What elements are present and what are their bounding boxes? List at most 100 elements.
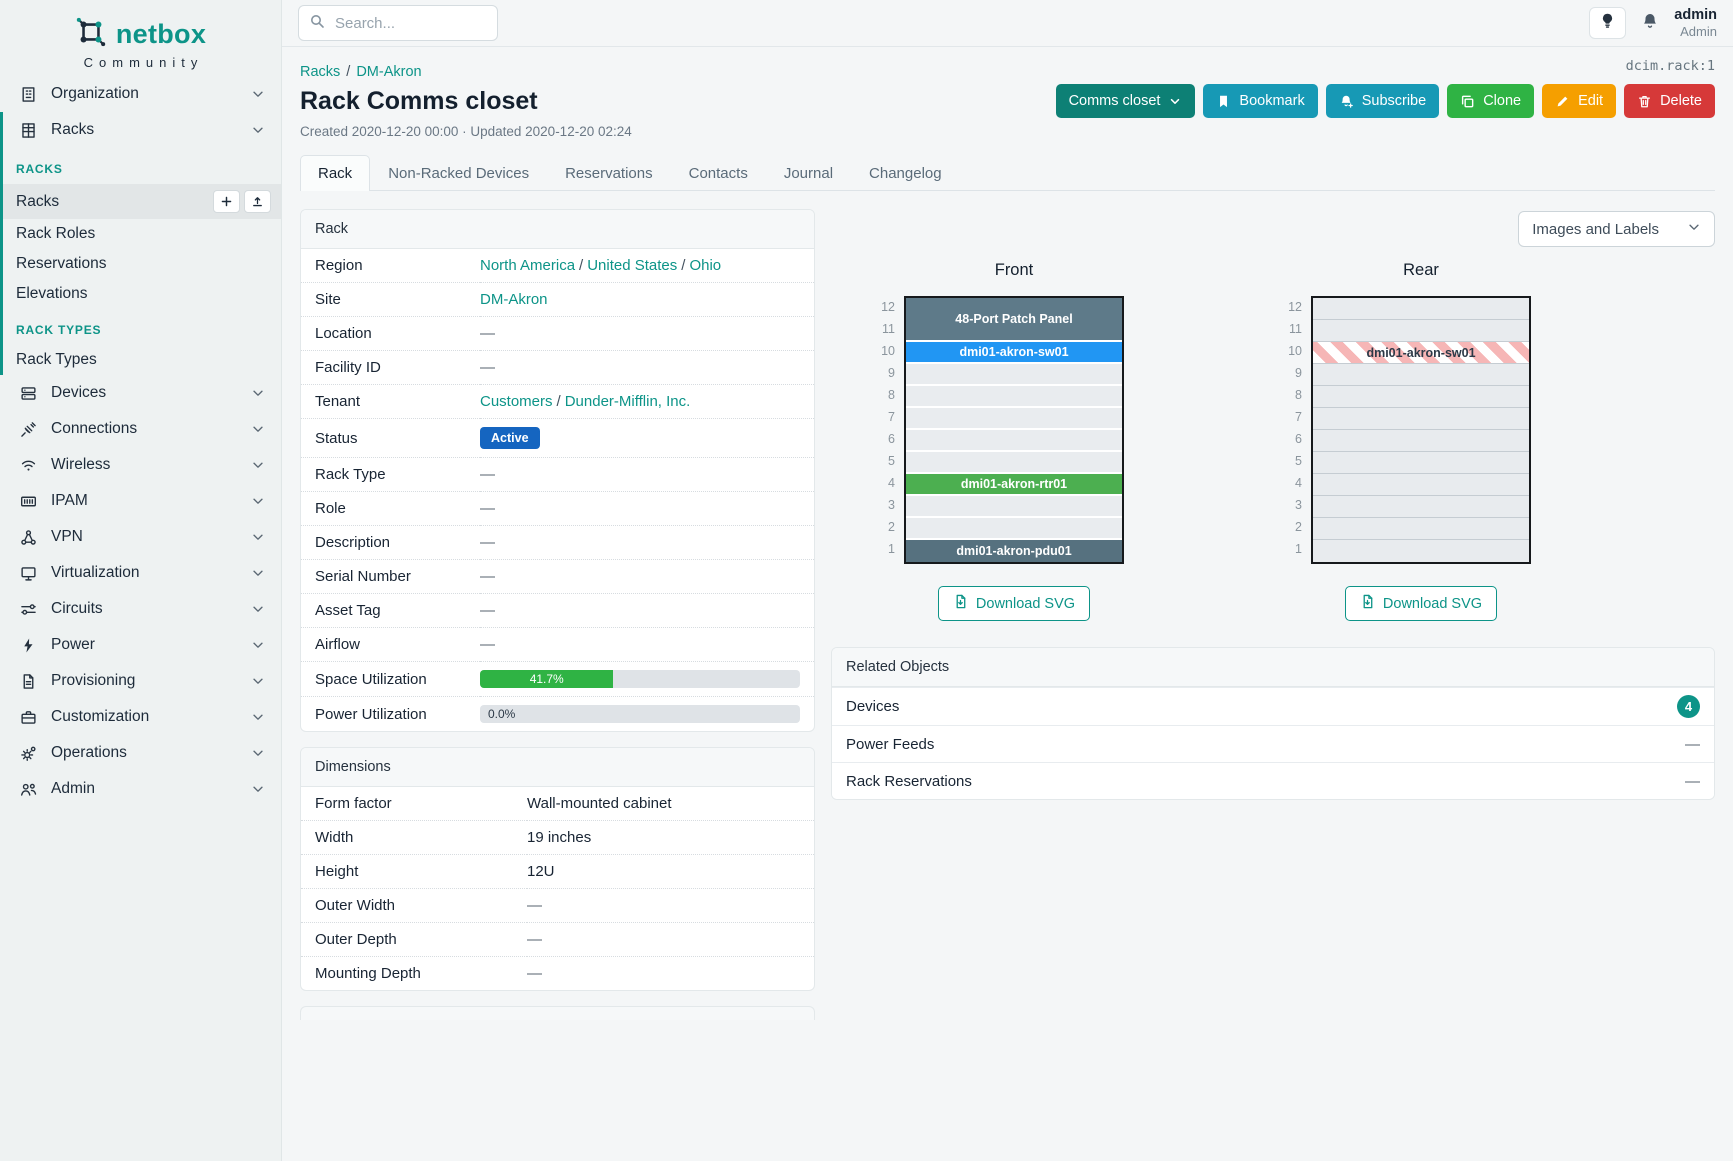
rack-unit-empty[interactable] bbox=[1313, 540, 1529, 562]
sidebar-item-devices[interactable]: Devices bbox=[0, 375, 281, 411]
sidebar-item-virtualization[interactable]: Virtualization bbox=[0, 555, 281, 591]
unit-number: 11 bbox=[1276, 318, 1302, 340]
sidebar-upload-button[interactable] bbox=[244, 190, 271, 213]
value-link[interactable]: DM-Akron bbox=[480, 291, 548, 308]
caret-down-icon bbox=[1168, 94, 1182, 108]
related-object-row-rack-reservations[interactable]: Rack Reservations— bbox=[832, 762, 1714, 799]
attr-row: Asset Tag— bbox=[301, 594, 814, 628]
unit-number: 6 bbox=[1276, 428, 1302, 450]
lightbulb-icon bbox=[1599, 12, 1616, 33]
sidebar-item-customization[interactable]: Customization bbox=[0, 699, 281, 735]
sidebar-item-connections[interactable]: Connections bbox=[0, 411, 281, 447]
rack-selector-button[interactable]: Comms closet bbox=[1056, 84, 1196, 118]
user-name: admin bbox=[1674, 7, 1717, 24]
sidebar-plus-button[interactable] bbox=[213, 190, 240, 213]
elevation-view-select[interactable]: Images and Labels bbox=[1518, 211, 1715, 247]
sidebar-item-provisioning[interactable]: Provisioning bbox=[0, 663, 281, 699]
sidebar-item-racks[interactable]: Racks bbox=[3, 184, 281, 219]
unit-number: 6 bbox=[869, 428, 895, 450]
sidebar-item-circuits[interactable]: Circuits bbox=[0, 591, 281, 627]
tab-journal[interactable]: Journal bbox=[766, 155, 851, 191]
tab-changelog[interactable]: Changelog bbox=[851, 155, 960, 191]
dark-mode-toggle-button[interactable] bbox=[1589, 7, 1626, 39]
rack-unit-empty[interactable] bbox=[906, 452, 1122, 474]
rack-unit-empty[interactable] bbox=[1313, 298, 1529, 320]
sidebar-item-elevations[interactable]: Elevations bbox=[3, 279, 281, 309]
dimensions-panel: Dimensions Form factorWall-mounted cabin… bbox=[300, 747, 815, 991]
empty-value: — bbox=[480, 534, 495, 551]
sidebar-item-power[interactable]: Power bbox=[0, 627, 281, 663]
rack-unit-empty[interactable] bbox=[1313, 320, 1529, 342]
sidebar-section-heading: RACK TYPES bbox=[3, 309, 281, 345]
sidebar-item-organization[interactable]: Organization bbox=[0, 76, 281, 112]
value-link[interactable]: Dunder-Mifflin, Inc. bbox=[565, 393, 691, 410]
rack-unit-empty[interactable] bbox=[906, 408, 1122, 430]
edit-button[interactable]: Edit bbox=[1542, 84, 1616, 118]
elevations: Front 121110987654321 48-Port Patch Pane… bbox=[831, 261, 1715, 621]
rack-unit-empty[interactable] bbox=[1313, 408, 1529, 430]
value-link[interactable]: Ohio bbox=[689, 257, 721, 274]
empty-value: — bbox=[480, 636, 495, 653]
delete-button[interactable]: Delete bbox=[1624, 84, 1715, 118]
attr-row: Outer Depth— bbox=[301, 923, 814, 957]
sidebar-item-rack-roles[interactable]: Rack Roles bbox=[3, 219, 281, 249]
search-box[interactable] bbox=[298, 5, 498, 41]
bookmark-button[interactable]: Bookmark bbox=[1203, 84, 1317, 118]
empty-value: — bbox=[480, 359, 495, 376]
value-link[interactable]: United States bbox=[587, 257, 677, 274]
clone-button[interactable]: Clone bbox=[1447, 84, 1534, 118]
tab-non-racked-devices[interactable]: Non-Racked Devices bbox=[370, 155, 547, 191]
rear-rack-diagram: dmi01-akron-sw01 bbox=[1311, 296, 1531, 564]
sidebar-item-operations[interactable]: Operations bbox=[0, 735, 281, 771]
rack-unit-device[interactable]: dmi01-akron-sw01 bbox=[906, 342, 1122, 364]
rack-unit-empty[interactable] bbox=[1313, 518, 1529, 540]
rack-unit-empty[interactable] bbox=[906, 496, 1122, 518]
tab-contacts[interactable]: Contacts bbox=[671, 155, 766, 191]
breadcrumb-link-0[interactable]: Racks bbox=[300, 64, 340, 80]
rack-unit-empty[interactable] bbox=[1313, 474, 1529, 496]
subscribe-button[interactable]: Subscribe bbox=[1326, 84, 1439, 118]
rack-unit-empty[interactable] bbox=[906, 518, 1122, 540]
unit-number: 11 bbox=[869, 318, 895, 340]
user-menu[interactable]: admin Admin bbox=[1674, 7, 1717, 40]
related-object-row-power-feeds[interactable]: Power Feeds— bbox=[832, 725, 1714, 762]
rack-unit-device[interactable]: dmi01-akron-rtr01 bbox=[906, 474, 1122, 496]
sidebar-item-vpn[interactable]: VPN bbox=[0, 519, 281, 555]
rack-unit-empty[interactable] bbox=[1313, 386, 1529, 408]
admin-icon bbox=[20, 781, 37, 798]
value-link[interactable]: Customers bbox=[480, 393, 553, 410]
topbar: admin Admin bbox=[282, 0, 1733, 47]
rack-unit-device[interactable]: dmi01-akron-pdu01 bbox=[906, 540, 1122, 562]
rack-unit-empty[interactable] bbox=[1313, 452, 1529, 474]
rack-unit-empty[interactable] bbox=[906, 430, 1122, 452]
rack-unit-empty[interactable] bbox=[906, 364, 1122, 386]
unit-number: 12 bbox=[869, 296, 895, 318]
rack-unit-device[interactable]: 48-Port Patch Panel bbox=[906, 298, 1122, 342]
breadcrumb-separator: / bbox=[346, 64, 350, 80]
rear-download-svg-button[interactable]: Download SVG bbox=[1345, 586, 1497, 621]
rack-unit-empty[interactable] bbox=[906, 386, 1122, 408]
rack-unit-empty[interactable] bbox=[1313, 364, 1529, 386]
rack-unit-device[interactable]: dmi01-akron-sw01 bbox=[1313, 342, 1529, 364]
tab-reservations[interactable]: Reservations bbox=[547, 155, 671, 191]
sidebar-item-racks[interactable]: Racks bbox=[3, 112, 281, 148]
main: admin Admin dcim.rack:1 Racks/DM-Akron R… bbox=[282, 0, 1733, 1161]
rack-unit-empty[interactable] bbox=[1313, 496, 1529, 518]
unit-number: 12 bbox=[1276, 296, 1302, 318]
chevron-down-icon bbox=[1687, 220, 1701, 238]
front-download-svg-button[interactable]: Download SVG bbox=[938, 586, 1090, 621]
sidebar-item-reservations[interactable]: Reservations bbox=[3, 249, 281, 279]
sidebar-item-ipam[interactable]: IPAM bbox=[0, 483, 281, 519]
sidebar-item-rack-types[interactable]: Rack Types bbox=[3, 345, 281, 375]
sidebar-item-wireless[interactable]: Wireless bbox=[0, 447, 281, 483]
tab-rack[interactable]: Rack bbox=[300, 155, 370, 191]
sidebar-item-admin[interactable]: Admin bbox=[0, 771, 281, 807]
related-object-row-devices[interactable]: Devices4 bbox=[832, 687, 1714, 725]
rack-unit-empty[interactable] bbox=[1313, 430, 1529, 452]
value-link[interactable]: North America bbox=[480, 257, 575, 274]
breadcrumb-link-1[interactable]: DM-Akron bbox=[356, 64, 421, 80]
attr-row: Width19 inches bbox=[301, 821, 814, 855]
search-input[interactable] bbox=[333, 14, 487, 33]
user-role: Admin bbox=[1674, 24, 1717, 40]
notifications-button[interactable] bbox=[1641, 12, 1659, 34]
